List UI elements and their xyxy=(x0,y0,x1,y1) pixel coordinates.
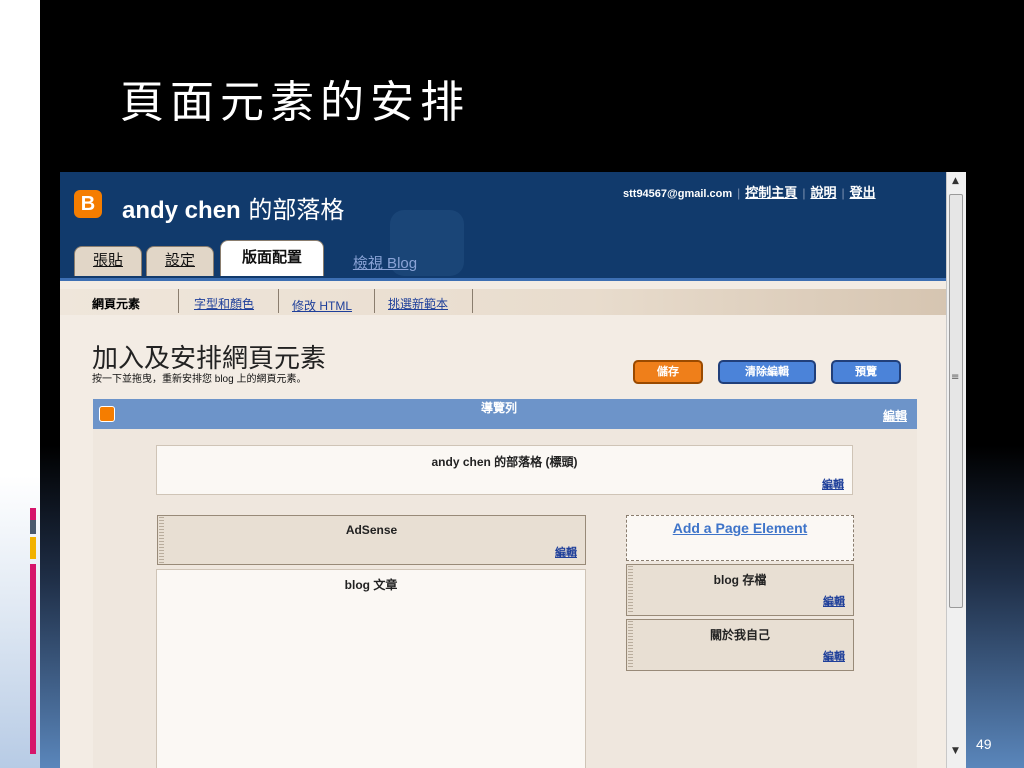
adsense-edit-link[interactable]: 編輯 xyxy=(555,544,577,560)
slide-title: 頁面元素的安排 xyxy=(120,77,470,128)
subnav-fonts-colors[interactable]: 字型和顏色 xyxy=(194,295,254,312)
navbar-title: 導覽列 xyxy=(481,401,518,415)
blog-posts-widget[interactable]: blog 文章 xyxy=(156,569,586,768)
adsense-title: AdSense xyxy=(345,523,398,537)
tab-settings[interactable]: 設定 xyxy=(146,246,214,276)
blog-name-prefix: andy chen xyxy=(122,197,241,224)
scroll-grip-icon: ≡ xyxy=(951,372,960,383)
user-bar: stt94567@gmail.com | 控制主頁 | 說明 | 登出 xyxy=(623,185,876,200)
blogger-screenshot: B andy chen 的部落格 stt94567@gmail.com | 控制主頁… xyxy=(60,172,966,768)
preview-button[interactable]: 預覽 xyxy=(831,360,901,384)
add-page-element-slot: Add a Page Element xyxy=(626,515,854,561)
save-button[interactable]: 儲存 xyxy=(633,360,703,384)
blog-posts-title: blog 文章 xyxy=(344,578,398,592)
archive-edit-link[interactable]: 編輯 xyxy=(823,593,845,609)
navbar-edit-link[interactable]: 編輯 xyxy=(883,407,907,424)
header-widget-title: andy chen 的部落格 (標頭) xyxy=(431,455,578,469)
subnav-bar xyxy=(60,289,946,315)
tab-posting[interactable]: 張貼 xyxy=(74,246,142,276)
about-me-edit-link[interactable]: 編輯 xyxy=(823,648,845,664)
vertical-scrollbar[interactable]: ▲ ≡ ▼ xyxy=(946,172,966,768)
blogger-small-icon xyxy=(99,406,115,422)
user-email: stt94567@gmail.com xyxy=(623,188,733,200)
header-widget-edit-link[interactable]: 編輯 xyxy=(822,476,844,492)
help-link[interactable]: 說明 xyxy=(810,185,836,200)
navbar-widget[interactable]: 導覽列 編輯 xyxy=(93,399,917,429)
layout-canvas: andy chen 的部落格 (標頭) 編輯 AdSense 編輯 blog 文… xyxy=(93,429,917,768)
adsense-widget[interactable]: AdSense 編輯 xyxy=(157,515,586,565)
slide-title-marker xyxy=(22,52,46,114)
blog-name-suffix: 的部落格 xyxy=(240,196,345,224)
blogger-header: B andy chen 的部落格 stt94567@gmail.com | 控制主頁… xyxy=(60,172,946,278)
slide-page-number: 49 xyxy=(976,736,992,752)
subnav-pick-template[interactable]: 挑選新範本 xyxy=(388,295,448,312)
signout-link[interactable]: 登出 xyxy=(850,185,876,200)
scroll-down-icon[interactable]: ▼ xyxy=(952,746,959,756)
about-me-widget[interactable]: 關於我自己 編輯 xyxy=(626,619,854,671)
subnav-page-elements[interactable]: 網頁元素 xyxy=(92,295,140,312)
about-me-title: 關於我自己 xyxy=(709,628,770,642)
blog-name[interactable]: andy chen 的部落格 xyxy=(122,190,344,225)
accent-bar-gray xyxy=(30,520,36,534)
scroll-thumb[interactable] xyxy=(949,194,963,608)
view-blog-link[interactable]: 檢視 Blog xyxy=(330,250,440,280)
tab-layout[interactable]: 版面配置 xyxy=(220,240,324,276)
page-subheading: 按一下並拖曳，重新安排您 blog 上的網頁元素。 xyxy=(92,374,307,385)
accent-bar-pink xyxy=(30,564,36,754)
clear-edits-button[interactable]: 清除編輯 xyxy=(718,360,816,384)
dashboard-link[interactable]: 控制主頁 xyxy=(745,185,797,200)
archive-title: blog 存檔 xyxy=(713,573,767,587)
accent-bar-yellow xyxy=(30,537,36,559)
archive-widget[interactable]: blog 存檔 編輯 xyxy=(626,564,854,616)
blogger-logo-icon[interactable]: B xyxy=(74,190,102,218)
add-page-element-link[interactable]: Add a Page Element xyxy=(627,520,853,536)
layout-subnav: 網頁元素 字型和顏色 修改 HTML 挑選新範本 xyxy=(60,278,946,320)
scroll-up-icon[interactable]: ▲ xyxy=(952,176,959,186)
header-widget[interactable]: andy chen 的部落格 (標頭) 編輯 xyxy=(156,445,853,495)
subnav-edit-html[interactable]: 修改 HTML xyxy=(292,297,352,314)
